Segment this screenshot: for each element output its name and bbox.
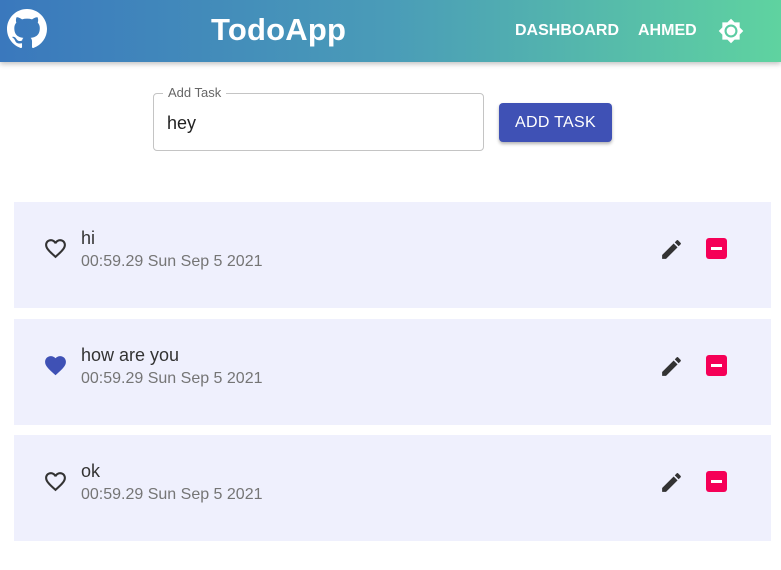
task-timestamp: 00:59.29 Sun Sep 5 2021 xyxy=(81,486,263,503)
nav-dashboard-link[interactable]: DASHBOARD xyxy=(515,22,619,40)
heart-outline-icon[interactable] xyxy=(42,236,69,261)
task-item: how are you 00:59.29 Sun Sep 5 2021 xyxy=(14,319,771,425)
edit-icon[interactable] xyxy=(659,354,684,379)
task-title: how are you xyxy=(81,345,180,365)
edit-icon[interactable] xyxy=(659,470,684,495)
task-title: hi xyxy=(81,228,96,248)
nav-user-link[interactable]: AHMED xyxy=(638,22,697,40)
delete-icon[interactable] xyxy=(706,355,727,376)
task-timestamp: 00:59.29 Sun Sep 5 2021 xyxy=(81,370,263,387)
add-task-button[interactable]: ADD TASK xyxy=(499,103,612,142)
add-task-input[interactable] xyxy=(167,111,467,135)
task-title: ok xyxy=(81,461,101,481)
app-bar: TodoApp DASHBOARD AHMED xyxy=(0,0,781,62)
task-timestamp: 00:59.29 Sun Sep 5 2021 xyxy=(81,253,263,270)
task-item: ok 00:59.29 Sun Sep 5 2021 xyxy=(14,435,771,541)
add-task-label: Add Task xyxy=(163,85,227,100)
edit-icon[interactable] xyxy=(659,237,684,262)
heart-outline-icon[interactable] xyxy=(42,469,69,494)
app-title: TodoApp xyxy=(211,12,347,47)
delete-icon[interactable] xyxy=(706,471,727,492)
add-task-field: Add Task xyxy=(153,85,484,151)
delete-icon[interactable] xyxy=(706,238,727,259)
heart-filled-icon[interactable] xyxy=(42,353,69,378)
task-item: hi 00:59.29 Sun Sep 5 2021 xyxy=(14,202,771,308)
github-icon[interactable] xyxy=(7,9,47,49)
brightness-icon[interactable] xyxy=(718,18,744,44)
